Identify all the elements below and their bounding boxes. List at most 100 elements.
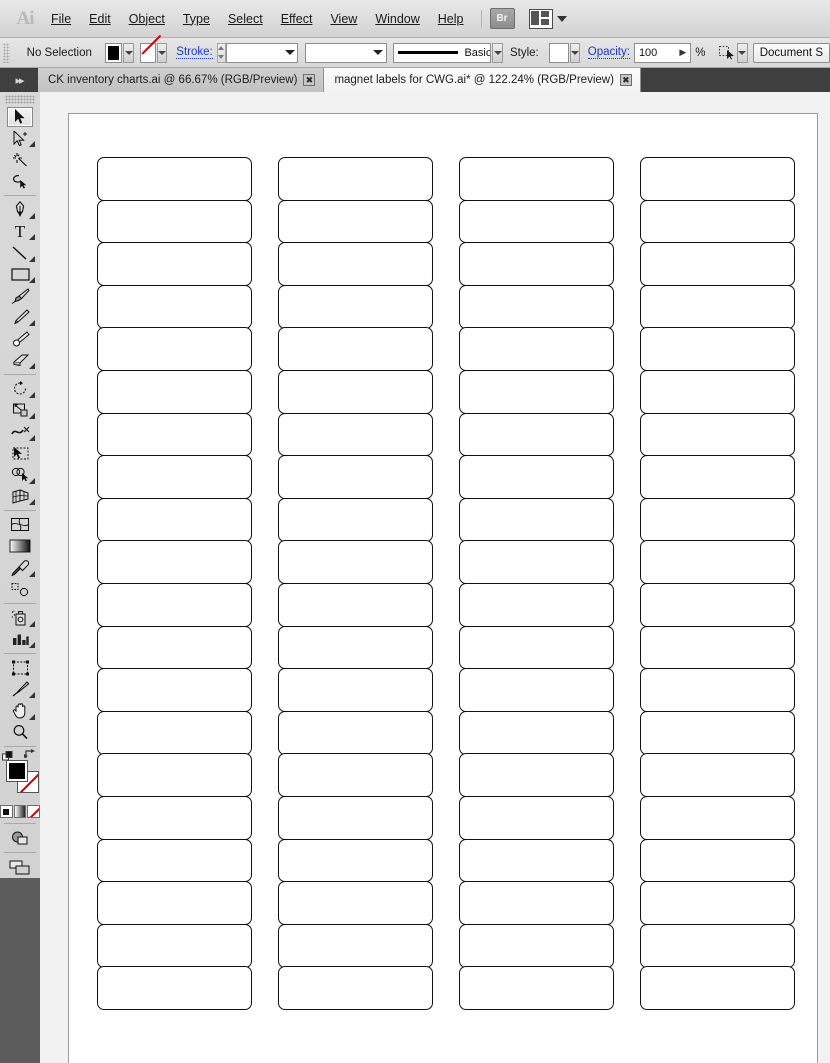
document-tab-ck-inventory-charts[interactable]: CK inventory charts.ai @ 66.67% (RGB/Pre… (38, 68, 325, 92)
menu-file[interactable]: File (42, 0, 80, 37)
label-shape[interactable] (278, 157, 433, 201)
label-shape[interactable] (97, 284, 252, 329)
rotate-tool[interactable] (0, 378, 40, 400)
menu-window[interactable]: Window (366, 0, 428, 37)
label-shape[interactable] (97, 327, 252, 372)
label-shape[interactable] (640, 625, 795, 670)
label-shape[interactable] (278, 966, 433, 1011)
label-shape[interactable] (640, 753, 795, 798)
label-shape[interactable] (459, 923, 614, 968)
label-shape[interactable] (640, 923, 795, 968)
eyedropper-tool[interactable] (0, 557, 40, 579)
stroke-color-swatch[interactable] (139, 42, 157, 63)
brush-definition-select[interactable]: Basic (393, 42, 492, 63)
label-shape[interactable] (278, 540, 433, 585)
flyout-indicator[interactable] (29, 570, 35, 577)
fill-color-swatch[interactable] (104, 42, 123, 63)
label-shape[interactable] (97, 582, 252, 627)
scale-tool[interactable] (0, 400, 40, 422)
gradient-button[interactable] (13, 805, 27, 818)
label-shape[interactable] (278, 369, 433, 414)
label-shape[interactable] (97, 497, 252, 542)
stroke-profile-dropdown[interactable] (371, 44, 386, 62)
menu-object[interactable]: Object (120, 0, 174, 37)
graphic-style-dropdown[interactable] (570, 42, 581, 63)
document-tab-magnet-labels[interactable]: magnet labels for CWG.ai* @ 122.24% (RGB… (324, 68, 641, 92)
label-shape[interactable] (640, 668, 795, 713)
menu-view[interactable]: View (321, 0, 366, 37)
flyout-indicator[interactable] (29, 620, 35, 627)
document-canvas[interactable] (40, 92, 830, 1063)
label-shape[interactable] (459, 455, 614, 500)
label-shape[interactable] (459, 242, 614, 287)
label-shape[interactable] (97, 412, 252, 457)
flyout-indicator[interactable] (29, 141, 35, 147)
opacity-input[interactable]: 100 ▶ (633, 42, 692, 63)
flyout-indicator[interactable] (29, 234, 35, 240)
stroke-label[interactable]: Stroke: (176, 46, 213, 59)
label-shape[interactable] (278, 284, 433, 329)
stroke-weight-input[interactable] (226, 42, 299, 63)
label-shape[interactable] (97, 753, 252, 798)
label-shape[interactable] (97, 795, 252, 840)
label-shape[interactable] (459, 668, 614, 713)
gradient-tool[interactable] (0, 536, 40, 558)
label-shape[interactable] (278, 412, 433, 457)
flyout-indicator[interactable] (29, 212, 35, 219)
document-setup-button[interactable]: Document S (752, 42, 830, 63)
label-shape[interactable] (278, 838, 433, 883)
none-button[interactable] (27, 805, 41, 818)
label-shape[interactable] (278, 625, 433, 670)
label-shape[interactable] (640, 497, 795, 542)
label-shape[interactable] (97, 881, 252, 925)
label-shape[interactable] (97, 455, 252, 500)
label-shape[interactable] (97, 157, 252, 201)
label-shape[interactable] (640, 582, 795, 627)
label-shape[interactable] (459, 966, 614, 1011)
change-screen-mode-button[interactable] (0, 856, 40, 878)
stroke-weight-stepper[interactable] (216, 42, 227, 63)
close-icon[interactable]: ✖ (303, 74, 316, 86)
panel-expand-button[interactable]: ▸▸ (0, 68, 38, 92)
menu-effect[interactable]: Effect (272, 0, 322, 37)
column-graph-tool[interactable] (0, 629, 40, 651)
flyout-indicator[interactable] (29, 642, 35, 648)
label-shape[interactable] (278, 242, 433, 287)
label-shape[interactable] (640, 881, 795, 925)
default-fill-stroke-icon[interactable] (2, 749, 13, 761)
label-shape[interactable] (640, 412, 795, 457)
stroke-weight-dropdown[interactable] (282, 44, 297, 62)
fill-color-indicator[interactable] (6, 760, 28, 782)
menu-select[interactable]: Select (219, 0, 272, 37)
label-shape[interactable] (459, 284, 614, 329)
type-tool[interactable]: T (0, 221, 40, 243)
transparency-options-dropdown[interactable] (737, 42, 748, 63)
control-bar-grip[interactable] (3, 42, 10, 63)
label-shape[interactable] (278, 668, 433, 713)
label-shape[interactable] (459, 199, 614, 244)
label-shape[interactable] (640, 966, 795, 1011)
label-shape[interactable] (640, 540, 795, 585)
flyout-indicator[interactable] (29, 477, 35, 484)
label-shape[interactable] (278, 497, 433, 542)
label-shape[interactable] (97, 199, 252, 244)
free-transform-tool[interactable] (0, 443, 40, 465)
flyout-indicator[interactable] (29, 255, 35, 262)
stroke-profile-select[interactable] (305, 42, 387, 63)
label-shape[interactable] (640, 284, 795, 329)
flyout-indicator[interactable] (29, 363, 35, 369)
label-shape[interactable] (459, 497, 614, 542)
menu-help[interactable]: Help (429, 0, 473, 37)
opacity-slider-arrow-icon[interactable]: ▶ (679, 47, 686, 58)
flyout-indicator[interactable] (29, 713, 35, 720)
arrange-documents-chevron-down-icon[interactable] (556, 15, 567, 22)
label-shape[interactable] (640, 199, 795, 244)
label-shape[interactable] (278, 710, 433, 755)
label-shape[interactable] (278, 455, 433, 500)
eraser-tool[interactable] (0, 350, 40, 372)
label-shape[interactable] (97, 710, 252, 755)
label-shape[interactable] (97, 668, 252, 713)
label-shape[interactable] (640, 157, 795, 201)
label-shape[interactable] (278, 923, 433, 968)
opacity-label[interactable]: Opacity: (587, 46, 630, 59)
